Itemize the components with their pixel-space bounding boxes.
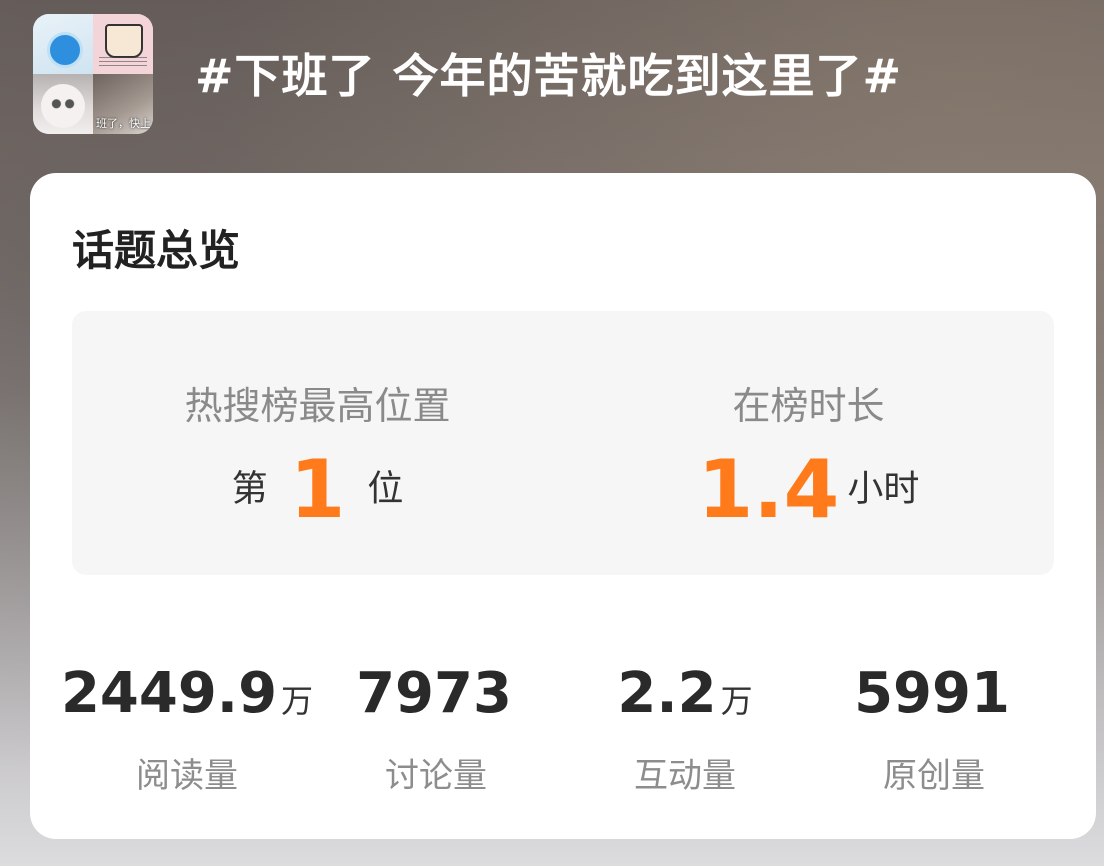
stat-originals: 5991 原创量 <box>804 663 1064 797</box>
thumbnail-image-cat <box>33 74 93 134</box>
rank-number: 1 <box>289 442 346 536</box>
duration-value: 1.4 小时 <box>563 449 1054 530</box>
stats-row: 2449.9 万 阅读量 7973 讨论量 2.2 万 互动量 5991 原创量 <box>30 663 1096 797</box>
highest-position-label: 热搜榜最高位置 <box>184 384 451 428</box>
thumbnail-image-comic <box>93 14 153 74</box>
topic-thumbnail[interactable]: 班了，快上 <box>33 14 153 134</box>
duration-unit: 小时 <box>847 468 920 510</box>
duration-number: 1.4 <box>697 442 840 536</box>
topic-overview-card: 话题总览 热搜榜最高位置 第1位 在榜时长 1.4 小时 2449.9 万 阅读量 … <box>30 173 1096 839</box>
stat-label: 原创量 <box>883 756 985 796</box>
highest-position-block: 热搜榜最高位置 第1位 <box>72 311 563 575</box>
thumbnail-image-photo: 班了，快上 <box>93 74 153 134</box>
stat-interactions: 2.2 万 互动量 <box>555 663 815 797</box>
duration-block: 在榜时长 1.4 小时 <box>563 311 1054 575</box>
stat-value: 2.2 <box>617 661 717 726</box>
ranking-summary: 热搜榜最高位置 第1位 在榜时长 1.4 小时 <box>72 311 1054 575</box>
stat-value: 2449.9 <box>60 661 278 726</box>
stat-unit: 万 <box>720 682 753 720</box>
thumbnail-caption: 班了，快上 <box>96 117 151 130</box>
stat-value: 7973 <box>356 661 512 726</box>
thumbnail-image-badge <box>33 14 93 74</box>
stat-reads: 2449.9 万 阅读量 <box>57 663 317 797</box>
rank-prefix: 第 <box>231 468 268 510</box>
rank-suffix: 位 <box>367 468 404 510</box>
stat-discussions: 7973 讨论量 <box>306 663 566 797</box>
topic-title: #下班了 今年的苦就吃到这里了# <box>195 49 903 103</box>
stat-label: 阅读量 <box>136 756 238 796</box>
stat-value: 5991 <box>854 661 1010 726</box>
stat-label: 讨论量 <box>385 756 487 796</box>
card-title: 话题总览 <box>72 226 241 275</box>
duration-label: 在榜时长 <box>732 384 885 428</box>
highest-position-value: 第1位 <box>72 449 563 530</box>
stat-label: 互动量 <box>634 756 736 796</box>
